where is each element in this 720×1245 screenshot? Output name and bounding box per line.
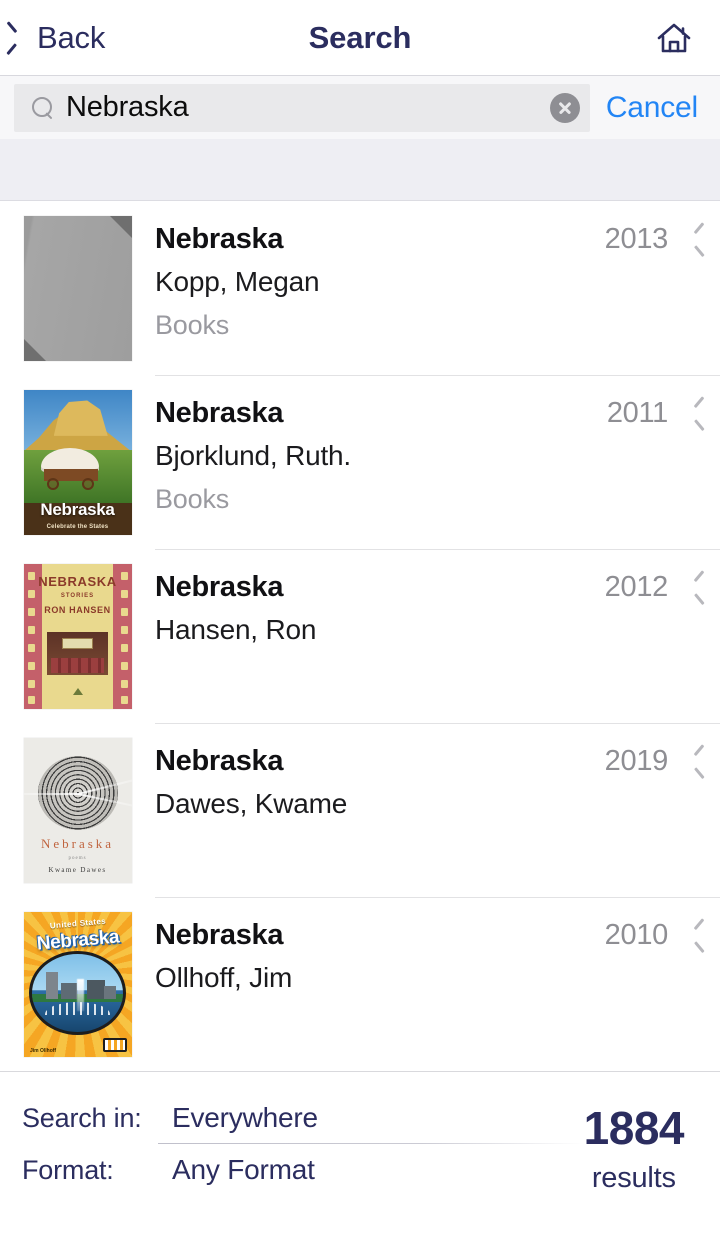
row-meta: 2019 [605, 723, 698, 778]
result-year: 2010 [604, 919, 669, 951]
row-meta: 2012 [605, 549, 698, 604]
cover-slot: NEBRASKA STORIES RON HANSEN [0, 549, 155, 723]
book-cover-placeholder-icon [23, 215, 132, 361]
cover-author: Jim Ollhoff [29, 1047, 57, 1054]
table-row[interactable]: United States Nebraska Jim Ollhoff Nebra… [0, 897, 720, 1071]
result-format: Books [155, 309, 230, 340]
chevron-right-icon [684, 226, 698, 252]
page-title: Search [308, 19, 412, 55]
search-options-footer: Search in: Everywhere Format: Any Format… [0, 1071, 720, 1245]
book-cover-image: NEBRASKA STORIES RON HANSEN [23, 563, 132, 709]
search-input[interactable]: Nebraska [14, 83, 590, 132]
cover-title: Nebraska [40, 836, 115, 852]
cover-slot: United States Nebraska Jim Ollhoff [0, 897, 155, 1071]
result-count-block: 1884 results [584, 1102, 696, 1195]
result-author: Dawes, Kwame [155, 788, 348, 820]
result-title: Nebraska [155, 223, 284, 255]
result-author: Kopp, Megan [155, 266, 320, 298]
search-bar: Nebraska Cancel [0, 76, 720, 139]
cover-subtitle: STORIES [60, 592, 95, 599]
cover-author: Kwame Dawes [48, 865, 107, 874]
results-list: Nebraska Kopp, Megan Books 2013 Nebraska… [0, 201, 720, 1071]
search-in-row: Search in: Everywhere [22, 1102, 584, 1154]
format-row: Format: Any Format [22, 1154, 584, 1206]
result-year: 2012 [604, 571, 669, 603]
chevron-left-icon [12, 25, 28, 51]
search-options: Search in: Everywhere Format: Any Format [22, 1102, 584, 1206]
row-meta: 2013 [605, 201, 698, 256]
result-title: Nebraska [155, 397, 284, 429]
row-text: Nebraska Dawes, Kwame [155, 723, 605, 828]
book-cover-image: United States Nebraska Jim Ollhoff [23, 911, 132, 1057]
book-cover-image: Nebraska Celebrate the States [23, 389, 132, 535]
result-count-label: results [591, 1162, 676, 1195]
search-in-value-wrap: Everywhere [158, 1102, 584, 1144]
row-meta: 2010 [605, 897, 698, 952]
result-title: Nebraska [155, 745, 284, 777]
result-author: Hansen, Ron [155, 614, 317, 646]
row-text: Nebraska Hansen, Ron [155, 549, 605, 654]
result-count: 1884 [583, 1102, 685, 1154]
search-in-value[interactable]: Everywhere [172, 1102, 318, 1133]
search-icon [32, 96, 54, 119]
navigation-bar: Back Search [0, 0, 720, 76]
clear-search-button[interactable] [549, 92, 580, 123]
format-value-wrap: Any Format [172, 1154, 584, 1186]
format-label: Format: [22, 1155, 114, 1185]
result-author: Bjorklund, Ruth. [155, 440, 352, 472]
cover-subtitle: poems [68, 855, 87, 861]
table-row[interactable]: Nebraska Celebrate the States Nebraska B… [0, 375, 720, 549]
cover-author: RON HANSEN [44, 605, 111, 616]
row-text: Nebraska Bjorklund, Ruth. Books [155, 375, 607, 519]
search-input-value: Nebraska [66, 91, 189, 123]
cover-subtitle: Celebrate the States [46, 524, 109, 531]
cover-title: Nebraska [40, 500, 115, 519]
search-in-label: Search in: [22, 1103, 142, 1133]
back-button-label: Back [37, 19, 106, 55]
result-title: Nebraska [155, 919, 284, 951]
result-year: 2019 [604, 745, 669, 777]
cancel-button[interactable]: Cancel [590, 91, 712, 125]
format-value[interactable]: Any Format [172, 1154, 315, 1185]
result-year: 2013 [604, 223, 669, 255]
table-row[interactable]: Nebraska poems Kwame Dawes Nebraska Dawe… [0, 723, 720, 897]
search-results-screen: Back Search Nebraska Cancel Nebraska Kop… [0, 0, 720, 1245]
book-cover-image: Nebraska poems Kwame Dawes [23, 737, 132, 883]
row-text: Nebraska Ollhoff, Jim [155, 897, 605, 1002]
result-author: Ollhoff, Jim [155, 962, 293, 994]
home-button[interactable] [656, 21, 720, 55]
row-meta: 2011 [607, 375, 698, 430]
result-year: 2011 [606, 397, 668, 429]
scope-bar [0, 139, 720, 201]
cover-slot: Nebraska poems Kwame Dawes [0, 723, 155, 897]
table-row[interactable]: Nebraska Kopp, Megan Books 2013 [0, 201, 720, 375]
result-title: Nebraska [155, 571, 284, 603]
cover-slot: Nebraska Celebrate the States [0, 375, 155, 549]
back-button[interactable]: Back [0, 20, 105, 56]
result-format: Books [155, 483, 230, 514]
cover-title: NEBRASKA [38, 573, 117, 589]
publisher-logo [103, 1038, 128, 1053]
chevron-right-icon [684, 922, 698, 948]
cover-slot [0, 201, 155, 375]
chevron-right-icon [684, 574, 698, 600]
divider [158, 1143, 584, 1144]
chevron-right-icon [684, 400, 698, 426]
table-row[interactable]: NEBRASKA STORIES RON HANSEN Nebraska Han… [0, 549, 720, 723]
row-text: Nebraska Kopp, Megan Books [155, 201, 605, 345]
home-icon [657, 23, 691, 52]
chevron-right-icon [684, 748, 698, 774]
